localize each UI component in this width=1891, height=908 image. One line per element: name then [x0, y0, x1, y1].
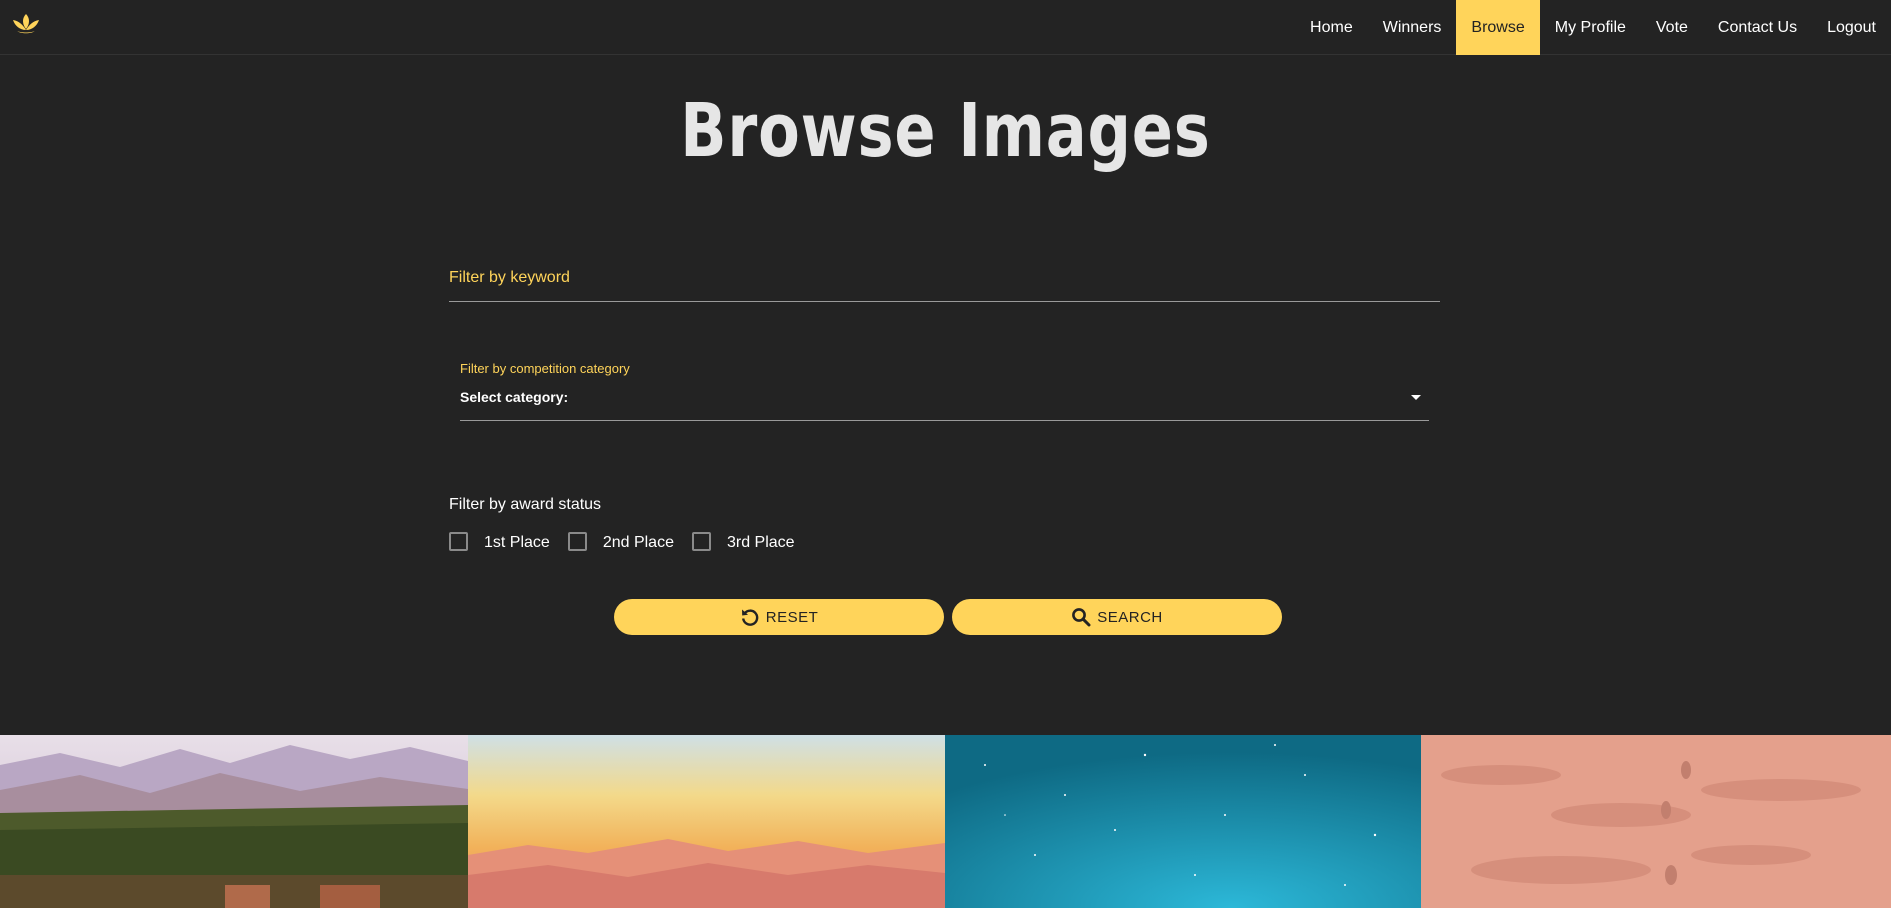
category-selected-value: Select category: [460, 389, 569, 405]
nav-winners[interactable]: Winners [1368, 0, 1457, 55]
caret-down-icon [1411, 395, 1421, 400]
award-filter-title: Filter by award status [449, 496, 602, 513]
award-option-2nd[interactable]: 2nd Place [567, 531, 674, 552]
page-title: Browse Images [680, 88, 1211, 174]
award-option-1st[interactable]: 1st Place [449, 531, 550, 552]
undo-icon [741, 609, 759, 626]
award-label-2nd: 2nd Place [602, 534, 674, 551]
nav-home[interactable]: Home [1295, 0, 1368, 55]
nav-contact-us[interactable]: Contact Us [1703, 0, 1812, 55]
nav-my-profile[interactable]: My Profile [1540, 0, 1641, 55]
top-navbar: Home Winners Browse My Profile Vote Cont… [0, 0, 1891, 55]
nav-vote[interactable]: Vote [1641, 0, 1703, 55]
nav-browse[interactable]: Browse [1456, 0, 1540, 55]
reset-button[interactable]: RESET [614, 599, 944, 635]
oasis-mountains-image[interactable] [0, 735, 468, 908]
category-filter-label: Filter by competition category [460, 361, 630, 376]
category-select[interactable]: Select category: [460, 383, 1429, 421]
award-label-3rd: 3rd Place [726, 534, 795, 551]
award-options: 1st Place 2nd Place 3rd Place [449, 531, 813, 552]
nav-links: Home Winners Browse My Profile Vote Cont… [1295, 0, 1891, 55]
checkbox-2nd-place[interactable] [567, 532, 587, 551]
nav-logout[interactable]: Logout [1812, 0, 1891, 55]
reset-button-label: RESET [765, 608, 819, 626]
keyword-filter [449, 262, 1440, 302]
award-label-1st: 1st Place [484, 534, 550, 551]
lotus-icon[interactable] [11, 12, 41, 36]
starry-sky-image[interactable] [945, 735, 1421, 908]
image-gallery [0, 735, 1891, 908]
keyword-input[interactable] [449, 262, 1440, 301]
search-button[interactable]: SEARCH [952, 599, 1282, 635]
award-option-3rd[interactable]: 3rd Place [691, 531, 795, 552]
checkbox-1st-place[interactable] [449, 532, 468, 551]
search-button-label: SEARCH [1097, 608, 1163, 626]
search-icon [1072, 608, 1091, 627]
sand-footprints-image[interactable] [1421, 735, 1891, 908]
sunset-mountains-image[interactable] [468, 735, 945, 908]
checkbox-3rd-place[interactable] [691, 532, 711, 551]
